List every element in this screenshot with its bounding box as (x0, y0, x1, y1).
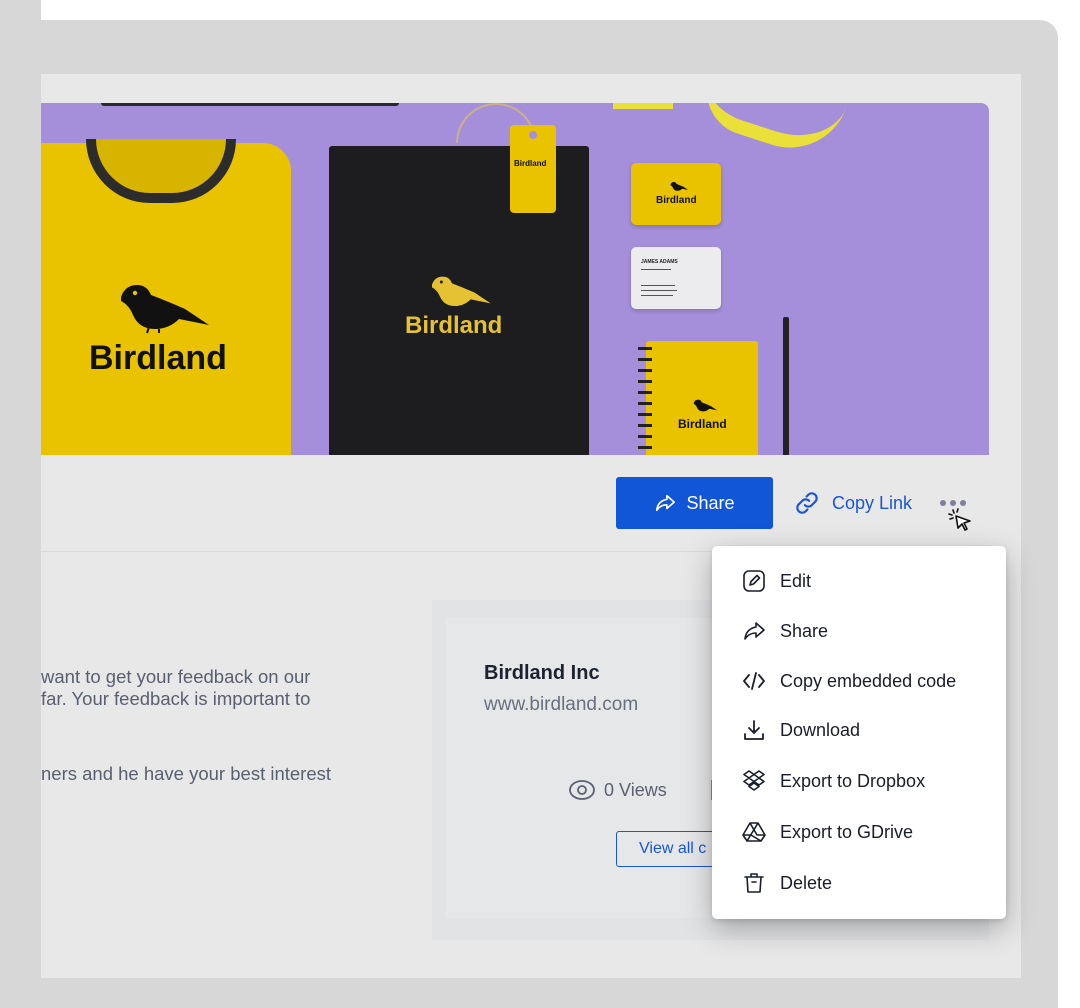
menu-item-label: Download (780, 719, 861, 740)
left-edge-frame (0, 0, 41, 1008)
more-options-menu: Edit Share Copy embedded code Download E… (712, 546, 1006, 919)
tag-brand-text: Birdland (514, 159, 547, 168)
business-card-white: JAMES ADAMS (631, 247, 721, 309)
share-icon (656, 494, 676, 512)
menu-item-label: Share (780, 620, 829, 641)
bird-logo-icon (121, 285, 209, 334)
card-name-text: JAMES ADAMS (641, 259, 678, 265)
description-line: ners and he have your best interest (41, 763, 332, 784)
eye-icon (569, 780, 595, 800)
menu-item-copy-embedded-code[interactable]: Copy embedded code (742, 664, 956, 698)
menu-item-label: Edit (780, 570, 812, 591)
menu-item-share[interactable]: Share (742, 614, 828, 648)
business-card-yellow: Birdland (631, 163, 721, 225)
menu-item-download[interactable]: Download (742, 713, 860, 747)
menu-item-edit[interactable]: Edit (742, 564, 811, 598)
measuring-tape-end (613, 103, 673, 109)
share-icon (744, 622, 765, 640)
company-url: www.birdland.com (484, 694, 639, 715)
company-name: Birdland Inc (484, 662, 600, 684)
notepad-mockup: Birdland (638, 341, 758, 455)
dropbox-icon (743, 770, 765, 791)
tshirt-brand-text: Birdland (89, 339, 227, 377)
card-line (641, 269, 671, 270)
menu-item-delete[interactable]: Delete (742, 866, 832, 900)
notepad-spiral (638, 347, 652, 455)
bird-logo-icon (693, 399, 718, 412)
copy-link-label: Copy Link (832, 492, 913, 513)
bird-logo-icon (670, 182, 689, 191)
menu-item-label: Delete (780, 872, 833, 893)
description-line: want to get your feedback on our (41, 666, 311, 687)
share-button-label: Share (686, 492, 735, 513)
gdrive-icon (742, 822, 766, 842)
link-icon (796, 492, 818, 514)
bird-logo-icon (432, 276, 491, 306)
edit-icon (743, 570, 765, 592)
mockup-shadow (101, 103, 399, 106)
pencil-mockup (783, 317, 789, 455)
menu-item-export-dropbox[interactable]: Export to Dropbox (742, 764, 925, 798)
share-button[interactable]: Share (616, 477, 773, 529)
tag-hole (529, 131, 537, 139)
code-icon (743, 672, 765, 690)
card-brand-text: Birdland (656, 195, 697, 206)
menu-item-export-gdrive[interactable]: Export to GDrive (742, 815, 913, 849)
menu-item-label: Export to GDrive (780, 821, 914, 842)
brand-mockup-image: Birdland Birdland Birdland Birdland JAME… (41, 103, 989, 455)
card-line (641, 290, 677, 291)
tshirt-collar (86, 139, 236, 203)
copy-link-button[interactable]: Copy Link (794, 485, 912, 521)
menu-item-label: Copy embedded code (780, 670, 957, 691)
notepad-brand-text: Birdland (678, 417, 727, 431)
views-count: 0 Views (568, 776, 667, 804)
measuring-tape (695, 103, 847, 164)
description-line: far. Your feedback is important to (41, 688, 311, 709)
screen: Birdland Birdland Birdland Birdland JAME… (0, 0, 1080, 1008)
tshirt-mockup: Birdland (41, 139, 291, 455)
download-icon (744, 720, 764, 740)
hang-tag-mockup: Birdland (510, 125, 556, 213)
card-line (641, 285, 675, 286)
notebook-brand-text: Birdland (405, 312, 503, 339)
menu-item-label: Export to Dropbox (780, 770, 926, 791)
click-cursor-icon (948, 508, 971, 531)
card-line (641, 295, 673, 296)
views-label: 0 Views (604, 779, 667, 800)
trash-icon (744, 873, 764, 893)
